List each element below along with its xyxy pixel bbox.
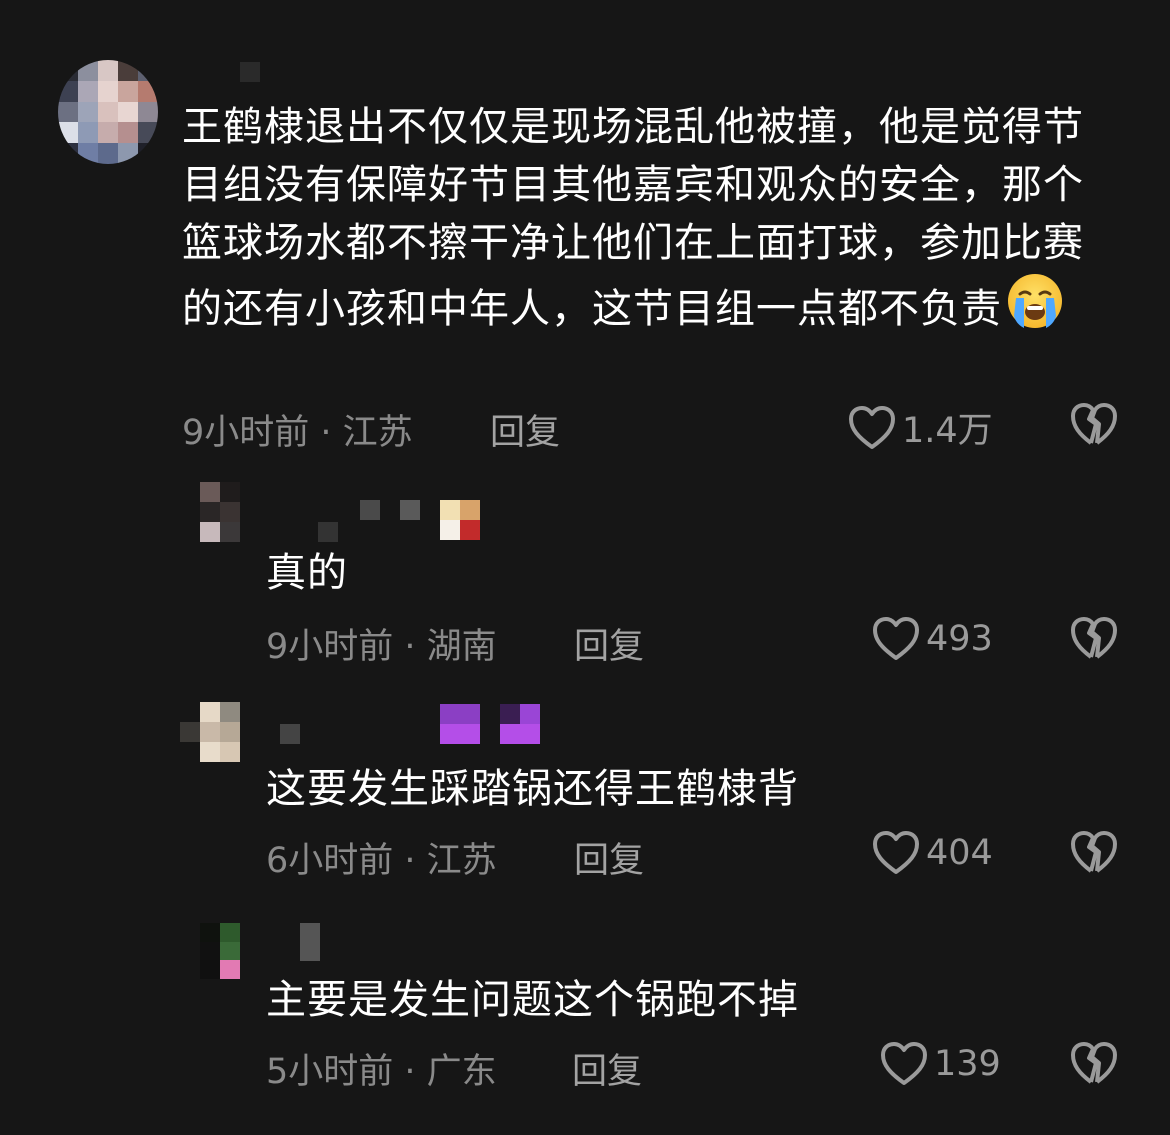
comment-main: 王鹤棣退出不仅仅是现场混乱他被撞，他是觉得节目组没有保障好节目其他嘉宾和观众的安… bbox=[0, 0, 1170, 460]
comment-time-location: 9小时前 · 江苏 bbox=[182, 413, 413, 453]
username-obscured[interactable] bbox=[280, 704, 550, 748]
username-obscured[interactable] bbox=[318, 500, 488, 544]
reply-button[interactable]: 回复 bbox=[574, 832, 644, 883]
comment-time-location: 9小时前 · 湖南 bbox=[266, 627, 497, 667]
heart-outline-icon bbox=[873, 617, 919, 660]
reply-button[interactable]: 回复 bbox=[490, 404, 560, 455]
avatar[interactable] bbox=[58, 60, 158, 164]
dislike-button[interactable] bbox=[1070, 830, 1118, 876]
comment-reply: 真的 9小时前 · 湖南 回复 493 bbox=[0, 460, 1170, 680]
comment-text: 主要是发生问题这个锅跑不掉 bbox=[266, 977, 799, 1023]
comment-time-location: 5小时前 · 广东 bbox=[266, 1052, 497, 1092]
dislike-button[interactable] bbox=[1070, 616, 1118, 662]
like-count: 139 bbox=[934, 1044, 1001, 1084]
avatar[interactable] bbox=[180, 702, 240, 762]
heart-outline-icon bbox=[849, 405, 895, 449]
username-obscured[interactable] bbox=[300, 923, 330, 967]
like-count: 493 bbox=[926, 619, 993, 659]
like-button[interactable]: 1.4万 bbox=[848, 402, 993, 453]
broken-heart-icon bbox=[1071, 1042, 1117, 1084]
broken-heart-icon bbox=[1071, 617, 1117, 659]
heart-outline-icon bbox=[873, 831, 919, 874]
like-button[interactable]: 139 bbox=[880, 1041, 1001, 1087]
comment-text: 王鹤棣退出不仅仅是现场混乱他被撞，他是觉得节目组没有保障好节目其他嘉宾和观众的安… bbox=[182, 98, 1092, 346]
like-count: 404 bbox=[926, 833, 993, 873]
reply-button[interactable]: 回复 bbox=[572, 1043, 642, 1094]
dislike-button[interactable] bbox=[1070, 402, 1118, 448]
like-button[interactable]: 404 bbox=[872, 830, 993, 876]
reply-button[interactable]: 回复 bbox=[574, 618, 644, 669]
broken-heart-icon bbox=[1071, 831, 1117, 873]
dislike-button[interactable] bbox=[1070, 1041, 1118, 1087]
heart-outline-icon bbox=[881, 1042, 927, 1085]
comment-reply: 这要发生踩踏锅还得王鹤棣背 6小时前 · 江苏 回复 404 bbox=[0, 680, 1170, 895]
comment-text: 真的 bbox=[266, 550, 348, 596]
loudly-crying-face-icon bbox=[1006, 272, 1064, 346]
avatar[interactable] bbox=[200, 482, 240, 542]
avatar[interactable] bbox=[200, 923, 240, 979]
comment-text: 这要发生踩踏锅还得王鹤棣背 bbox=[266, 766, 799, 812]
broken-heart-icon bbox=[1071, 403, 1117, 445]
like-count: 1.4万 bbox=[902, 411, 993, 451]
comment-time-location: 6小时前 · 江苏 bbox=[266, 841, 497, 881]
comment-reply: 主要是发生问题这个锅跑不掉 5小时前 · 广东 回复 139 bbox=[0, 895, 1170, 1135]
like-button[interactable]: 493 bbox=[872, 616, 993, 662]
